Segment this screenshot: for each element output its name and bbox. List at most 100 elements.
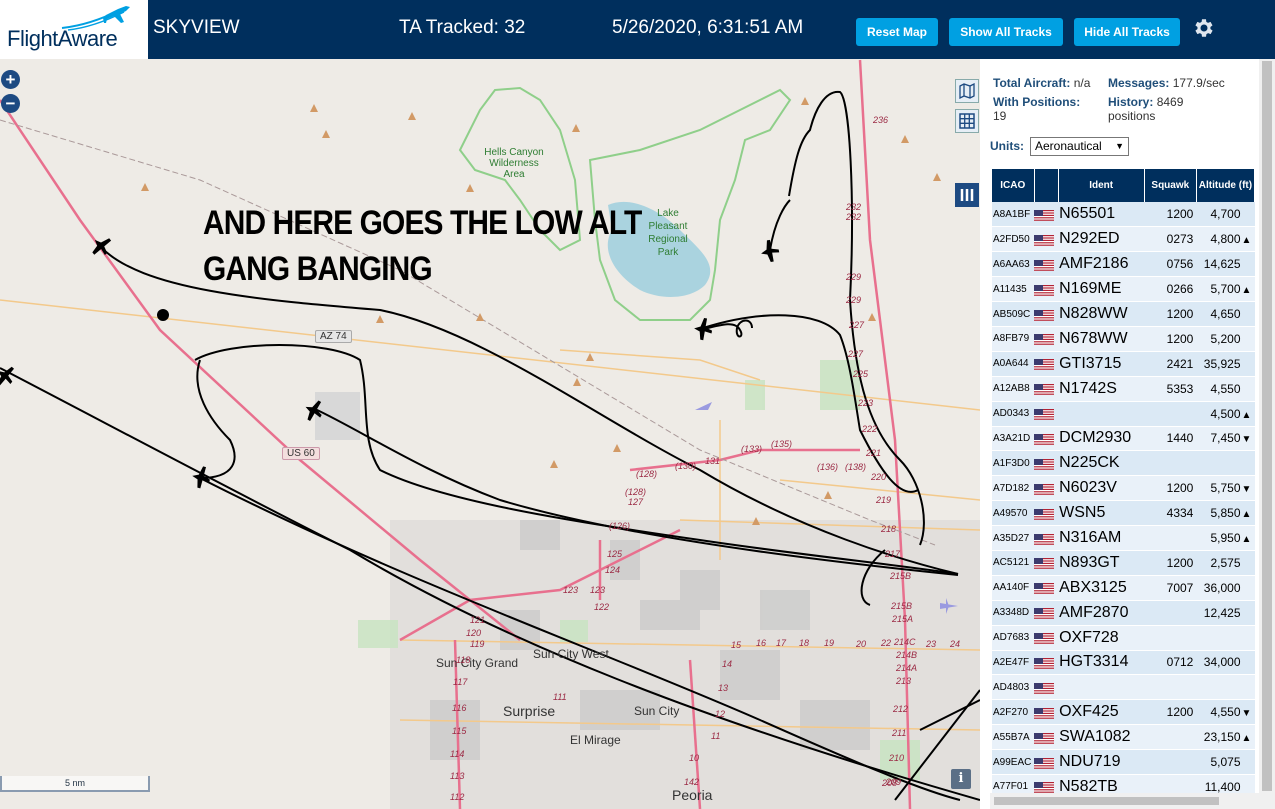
icao-cell: A1F3D0 [992, 450, 1035, 477]
route-number-label: 221 [866, 448, 882, 458]
flag-cell [1034, 674, 1059, 701]
us-flag-icon [1034, 334, 1055, 346]
squawk-cell [1144, 525, 1197, 551]
table-row[interactable]: A8A1BF N65501 1200 4,700 [992, 202, 1255, 228]
route-number-label: (128) [636, 469, 658, 479]
route-number-label: (130) [675, 461, 697, 471]
table-row[interactable]: A2FD50 N292ED 0273 4,800▲ [992, 226, 1255, 253]
altitude-cell: 7,450▼ [1196, 426, 1255, 452]
reset-map-button[interactable]: Reset Map [856, 18, 938, 46]
altitude-value: 5,950 [1210, 531, 1241, 546]
flag-cell [1034, 276, 1059, 303]
scale-bar: 5 nm [0, 776, 150, 792]
us-flag-icon [1034, 409, 1055, 421]
icao-cell: AD7683 [992, 625, 1035, 651]
us-flag-icon [1034, 284, 1055, 296]
col-flag[interactable] [1034, 169, 1059, 202]
table-row[interactable]: A8FB79 N678WW 1200 5,200 [992, 326, 1255, 352]
table-row[interactable]: AD4803 [992, 674, 1255, 701]
icao-cell: AB509C [992, 301, 1035, 327]
vertical-scrollbar[interactable] [1259, 59, 1275, 809]
route-number-label: 208 [882, 778, 898, 788]
altitude-cell: 5,850▲ [1196, 500, 1255, 527]
lake-pleasant-label: Lake Pleasant Regional Park [648, 208, 688, 258]
route-number-label: 212 [893, 704, 909, 714]
route-number-label: 123 [590, 585, 606, 595]
table-row[interactable]: A0A644 GTI3715 2421 35,925 [992, 351, 1255, 377]
route-number-label: 121 [470, 615, 486, 625]
with-positions-value: 19 [993, 109, 1007, 123]
units-select[interactable]: Aeronautical ▼ [1030, 137, 1129, 156]
col-icao[interactable]: ICAO [992, 169, 1035, 202]
table-row[interactable]: A12AB8 N1742S 5353 4,550 [992, 376, 1255, 402]
zoom-out-button[interactable]: − [1, 94, 20, 113]
route-number-label: 118 [456, 655, 471, 665]
route-number-label: 215B [890, 571, 912, 581]
altitude-trend-icon: ▲ [1241, 409, 1252, 421]
table-row[interactable]: A6AA63 AMF2186 0756 14,625 [992, 251, 1255, 278]
map-layers-icon[interactable] [955, 79, 979, 103]
altitude-cell [1196, 450, 1255, 477]
table-row[interactable]: A2F270 OXF425 1200 4,550▼ [992, 699, 1255, 726]
altitude-value: 34,000 [1203, 655, 1241, 670]
route-number-label: 122 [594, 602, 610, 612]
table-row[interactable]: AB509C N828WW 1200 4,650 [992, 301, 1255, 327]
table-row[interactable]: A3348D AMF2870 12,425 [992, 600, 1255, 626]
table-row[interactable]: A3A21D DCM2930 1440 7,450▼ [992, 426, 1255, 452]
col-altitude[interactable]: Altitude (ft) [1196, 169, 1256, 202]
scrollbar-thumb[interactable] [994, 797, 1219, 805]
altitude-cell: 4,800▲ [1196, 226, 1255, 253]
col-ident[interactable]: Ident [1058, 169, 1145, 202]
route-number-label: 227 [848, 349, 864, 359]
gear-icon[interactable] [1191, 16, 1215, 40]
map-view[interactable]: + − Hells Canyon Wilderness Area Lake Pl… [0, 59, 980, 809]
altitude-trend-icon: ▼ [1241, 434, 1252, 446]
table-row[interactable]: A7D182 N6023V 1200 5,750▼ [992, 475, 1255, 502]
route-number-label: 119 [470, 639, 485, 649]
table-row[interactable]: A11435 N169ME 0266 5,700▲ [992, 276, 1255, 303]
sun-city-grand-label: Sun City Grand [436, 656, 519, 670]
squawk-cell: 7007 [1144, 575, 1197, 601]
altitude-cell [1196, 674, 1255, 701]
table-row[interactable]: AD7683 OXF728 [992, 625, 1255, 651]
flightaware-logo[interactable]: FlightAware [0, 0, 148, 59]
scrollbar-thumb[interactable] [1262, 61, 1272, 791]
icao-cell: A35D27 [992, 525, 1035, 551]
table-row[interactable]: A55B7A SWA1082 23,150▲ [992, 724, 1255, 751]
ident-cell: WSN5 [1058, 500, 1145, 527]
with-positions-label: With Positions: [993, 95, 1081, 109]
us-flag-icon [1034, 508, 1055, 520]
route-number-label: 14 [722, 659, 733, 669]
table-row[interactable]: AA140F ABX3125 7007 36,000 [992, 575, 1255, 601]
table-row[interactable]: A1F3D0 N225CK [992, 450, 1255, 477]
altitude-value: 5,200 [1210, 331, 1241, 346]
table-row[interactable]: A35D27 N316AM 5,950▲ [992, 525, 1255, 551]
altitude-value: 7,450 [1210, 431, 1241, 446]
hide-all-tracks-button[interactable]: Hide All Tracks [1074, 18, 1180, 46]
sun-city-west-label: Sun City West [533, 647, 609, 661]
show-all-tracks-button[interactable]: Show All Tracks [949, 18, 1063, 46]
route-number-label: 229 [846, 295, 862, 305]
zoom-in-button[interactable]: + [1, 70, 20, 89]
altitude-trend-icon: ▼ [1241, 484, 1252, 496]
table-row[interactable]: AC5121 N893GT 1200 2,575 [992, 550, 1255, 576]
info-button[interactable]: i [951, 769, 971, 789]
us-flag-icon [1034, 757, 1055, 769]
table-row[interactable]: A99EAC NDU719 5,075 [992, 749, 1255, 775]
table-row[interactable]: AD0343 4,500▲ [992, 401, 1255, 427]
ident-cell: N6023V [1058, 475, 1145, 502]
route-number-label: 12 [715, 709, 726, 719]
table-row[interactable]: A2E47F HGT3314 0712 34,000 [992, 650, 1255, 676]
flag-cell [1034, 650, 1059, 676]
col-squawk[interactable]: Squawk [1144, 169, 1197, 202]
grid-icon[interactable] [955, 109, 979, 133]
ident-cell: N1742S [1058, 376, 1145, 402]
columns-icon[interactable] [955, 183, 979, 207]
units-selected-value: Aeronautical [1035, 139, 1102, 153]
table-row[interactable]: A49570 WSN5 4334 5,850▲ [992, 500, 1255, 527]
flag-cell [1034, 625, 1059, 651]
icao-cell: A6AA63 [992, 251, 1035, 278]
horizontal-scrollbar[interactable] [990, 793, 1259, 809]
squawk-cell: 0756 [1144, 251, 1197, 278]
flag-cell [1034, 301, 1059, 327]
